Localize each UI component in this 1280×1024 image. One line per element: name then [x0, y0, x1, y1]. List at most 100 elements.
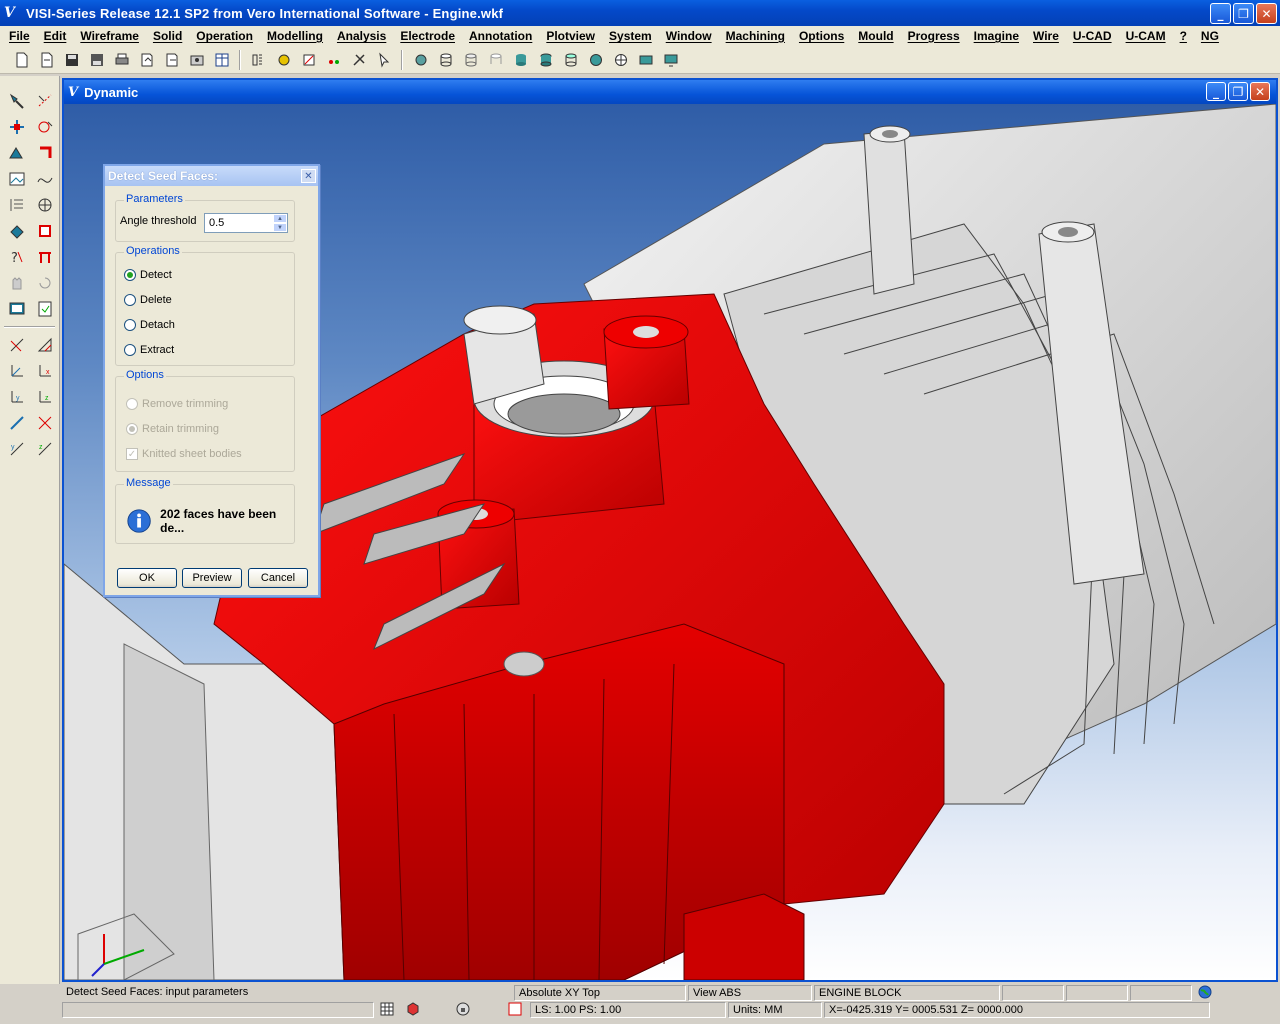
menu-solid[interactable]: Solid — [146, 29, 189, 43]
radio-extract[interactable]: Extract — [124, 344, 174, 356]
hand-icon[interactable] — [6, 272, 28, 294]
menu-machining[interactable]: Machining — [719, 29, 792, 43]
tools-icon[interactable] — [347, 49, 370, 71]
status-view-name[interactable]: View ABS — [688, 985, 812, 1001]
cross-line-icon[interactable] — [34, 412, 56, 434]
radio-extract-icon[interactable] — [124, 344, 136, 356]
menu-u-cad[interactable]: U-CAD — [1066, 29, 1119, 43]
display-icon[interactable] — [659, 49, 682, 71]
lock-icon[interactable] — [452, 1002, 502, 1018]
list-icon[interactable] — [6, 194, 28, 216]
screen-icon[interactable] — [6, 298, 28, 320]
viewport-close-button[interactable]: ✕ — [1250, 82, 1270, 101]
radio-detach-icon[interactable] — [124, 319, 136, 331]
menu-mould[interactable]: Mould — [851, 29, 900, 43]
fill-icon[interactable] — [6, 220, 28, 242]
trim-icon[interactable] — [34, 90, 56, 112]
menu-plotview[interactable]: Plotview — [539, 29, 602, 43]
save-as-icon[interactable] — [85, 49, 108, 71]
menu-analysis[interactable]: Analysis — [330, 29, 393, 43]
menu-progress[interactable]: Progress — [901, 29, 967, 43]
dialog-close-icon[interactable]: ✕ — [301, 169, 316, 183]
globe-icon[interactable] — [1194, 985, 1216, 1001]
cylinder-icon[interactable] — [434, 49, 457, 71]
box-icon[interactable] — [34, 220, 56, 242]
status-view-plane[interactable]: Absolute XY Top — [514, 985, 686, 1001]
cylinder-transparent-icon[interactable] — [559, 49, 582, 71]
attributes-icon[interactable] — [272, 49, 295, 71]
axis-y-icon[interactable]: y — [6, 386, 28, 408]
circle-target-icon[interactable] — [34, 194, 56, 216]
viewport-maximize-button[interactable]: ❐ — [1228, 82, 1248, 101]
new-file-icon[interactable] — [10, 49, 33, 71]
minimize-button[interactable]: _ — [1210, 3, 1231, 24]
angle-threshold-spinner[interactable]: 0.5 ▲ ▼ — [204, 213, 288, 233]
menu-u-cam[interactable]: U-CAM — [1119, 29, 1173, 43]
move-icon[interactable] — [6, 116, 28, 138]
axis-z-icon[interactable]: z — [34, 386, 56, 408]
layout-icon[interactable] — [210, 49, 233, 71]
radio-delete[interactable]: Delete — [124, 294, 172, 306]
spin-down-icon[interactable]: ▼ — [273, 223, 287, 232]
preview-button[interactable]: Preview — [182, 568, 242, 588]
viewport-minimize-button[interactable]: _ — [1206, 82, 1226, 101]
menu-wire[interactable]: Wire — [1026, 29, 1066, 43]
cube-icon[interactable] — [402, 1002, 450, 1018]
menu-annotation[interactable]: Annotation — [462, 29, 539, 43]
cylinder-hidden-icon[interactable] — [484, 49, 507, 71]
menu-operation[interactable]: Operation — [189, 29, 260, 43]
view-layer-icon[interactable] — [634, 49, 657, 71]
spline-icon[interactable] — [34, 168, 56, 190]
corner-icon[interactable] — [34, 142, 56, 164]
menu-window[interactable]: Window — [659, 29, 719, 43]
menu-wireframe[interactable]: Wireframe — [73, 29, 146, 43]
radio-detect-icon[interactable] — [124, 269, 136, 281]
status-layer[interactable]: ENGINE BLOCK — [814, 985, 1000, 1001]
menu-help[interactable]: ? — [1173, 29, 1194, 43]
point-z-icon[interactable]: z — [34, 438, 56, 460]
circle-trim-icon[interactable] — [34, 116, 56, 138]
ok-button[interactable]: OK — [117, 568, 177, 588]
query-icon[interactable]: ? — [6, 246, 28, 268]
import-icon[interactable] — [160, 49, 183, 71]
cancel-button[interactable]: Cancel — [248, 568, 308, 588]
menu-edit[interactable]: Edit — [37, 29, 74, 43]
settings-icon[interactable] — [185, 49, 208, 71]
menu-options[interactable]: Options — [792, 29, 851, 43]
transform-icon[interactable] — [6, 142, 28, 164]
angle-threshold-value[interactable]: 0.5 — [205, 214, 273, 232]
line-angle-icon[interactable] — [6, 334, 28, 356]
open-file-icon[interactable] — [35, 49, 58, 71]
layers-icon[interactable] — [247, 49, 270, 71]
undo-icon[interactable] — [34, 272, 56, 294]
maximize-button[interactable]: ❐ — [1233, 3, 1254, 24]
cylinder-shaded-icon[interactable] — [509, 49, 532, 71]
wire-sphere-icon[interactable] — [609, 49, 632, 71]
menu-system[interactable]: System — [602, 29, 659, 43]
menu-ng[interactable]: NG — [1194, 29, 1226, 43]
radio-detach[interactable]: Detach — [124, 319, 175, 331]
axis-x-icon[interactable]: x — [34, 360, 56, 382]
image-icon[interactable] — [6, 168, 28, 190]
close-button[interactable]: ✕ — [1256, 3, 1277, 24]
colour-icon[interactable] — [297, 49, 320, 71]
radio-detect[interactable]: Detect — [124, 269, 172, 281]
grid-icon[interactable] — [376, 1002, 400, 1018]
sphere-icon[interactable] — [584, 49, 607, 71]
line-icon[interactable] — [6, 412, 28, 434]
triangle-icon[interactable] — [34, 334, 56, 356]
cylinder-shaded-edges-icon[interactable] — [534, 49, 557, 71]
traffic-light-icon[interactable] — [322, 49, 345, 71]
axis-xy-icon[interactable] — [6, 360, 28, 382]
snap-icon[interactable] — [504, 1002, 528, 1018]
spin-up-icon[interactable]: ▲ — [273, 214, 287, 223]
point-y-icon[interactable]: y — [6, 438, 28, 460]
menu-imagine[interactable]: Imagine — [967, 29, 1026, 43]
frame-icon[interactable] — [34, 246, 56, 268]
print-icon[interactable] — [110, 49, 133, 71]
page-icon[interactable] — [34, 298, 56, 320]
menu-modelling[interactable]: Modelling — [260, 29, 330, 43]
save-icon[interactable] — [60, 49, 83, 71]
radio-delete-icon[interactable] — [124, 294, 136, 306]
export-icon[interactable] — [135, 49, 158, 71]
